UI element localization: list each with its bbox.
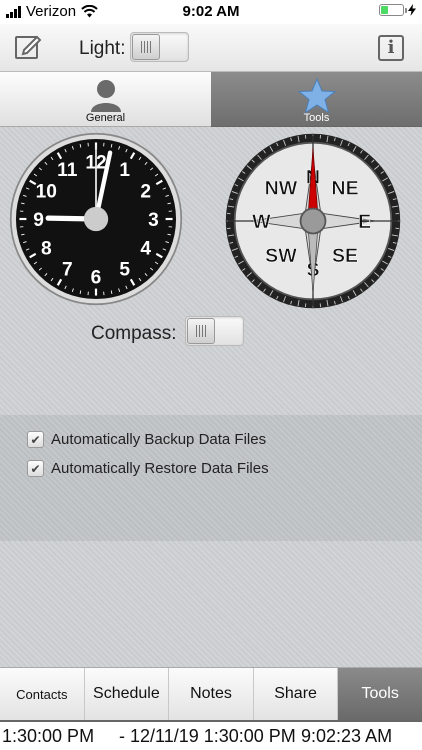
segment-general[interactable]: General [0, 72, 211, 127]
status-bar: Verizon 9:02 AM [0, 0, 422, 24]
light-toggle[interactable] [130, 32, 189, 62]
compass-direction: W [252, 211, 271, 233]
compass-direction: SW [265, 245, 297, 267]
clock-number: 3 [148, 210, 159, 231]
status-right [379, 4, 416, 16]
status-time: 9:02 AM [182, 3, 240, 20]
toggle-knob [132, 34, 160, 60]
compass-direction: NW [265, 177, 298, 199]
compass-direction: NE [331, 177, 358, 199]
data-options-panel: ✔ Automatically Backup Data Files ✔ Auto… [0, 415, 422, 541]
start-time: 1:30:00 PM [2, 726, 95, 746]
star-icon [297, 78, 336, 114]
segment-general-label: General [85, 112, 126, 124]
compass-hub [299, 207, 327, 235]
compose-icon[interactable] [14, 33, 42, 61]
toggle-knob [187, 318, 215, 344]
segment-tools[interactable]: Tools [211, 72, 422, 127]
analog-clock: 12 1234567891011 [9, 132, 183, 306]
clock-number: 7 [62, 260, 73, 281]
compass-direction: SE [332, 245, 358, 267]
clock-number: 10 [36, 181, 57, 202]
backup-checkbox[interactable]: ✔ [27, 431, 44, 448]
segment-tools-label: Tools [303, 112, 330, 124]
clock-number: 9 [33, 210, 44, 231]
date-time-bar: 1:30:00 PM - 12/11/19 1:30:00 PM 9:02:23… [0, 720, 422, 750]
clock-number: 4 [140, 239, 151, 260]
clock-hub [83, 206, 109, 232]
light-label: Light: [79, 38, 126, 59]
charging-bolt-icon [408, 4, 416, 16]
person-icon [90, 80, 121, 112]
tab-tools[interactable]: Tools [338, 668, 422, 720]
clock-number: 11 [57, 160, 78, 181]
tab-contacts[interactable]: Contacts [0, 668, 85, 720]
restore-checkbox[interactable]: ✔ [27, 460, 44, 477]
battery-icon [379, 4, 407, 16]
compass-toggle[interactable] [185, 316, 244, 346]
clock-number: 8 [41, 239, 52, 260]
restore-label: Automatically Restore Data Files [51, 460, 269, 477]
compass-dial: NNEESESSWWNW [225, 133, 401, 309]
backup-option[interactable]: ✔ Automatically Backup Data Files [27, 431, 266, 448]
compass-direction: E [358, 211, 371, 233]
current-time: 9:02:23 AM [301, 726, 393, 746]
date-range: - 12/11/19 1:30:00 PM [119, 726, 296, 746]
tab-share[interactable]: Share [254, 668, 339, 720]
clock-number: 2 [140, 181, 151, 202]
clock-number: 6 [91, 267, 102, 288]
info-button[interactable]: i [378, 35, 404, 61]
bottom-tab-bar: Contacts Schedule Notes Share Tools [0, 667, 422, 720]
backup-label: Automatically Backup Data Files [51, 431, 267, 448]
clock-number: 1 [119, 160, 130, 181]
clock-number: 5 [119, 260, 130, 281]
restore-option[interactable]: ✔ Automatically Restore Data Files [27, 460, 269, 477]
compass-label: Compass: [91, 323, 177, 344]
tools-panel: 121234567891011 NNEESESSWWNW Compass: ✔ … [0, 127, 422, 667]
top-toolbar: Light: i [0, 24, 422, 72]
tab-schedule[interactable]: Schedule [85, 668, 170, 720]
tab-notes[interactable]: Notes [169, 668, 254, 720]
